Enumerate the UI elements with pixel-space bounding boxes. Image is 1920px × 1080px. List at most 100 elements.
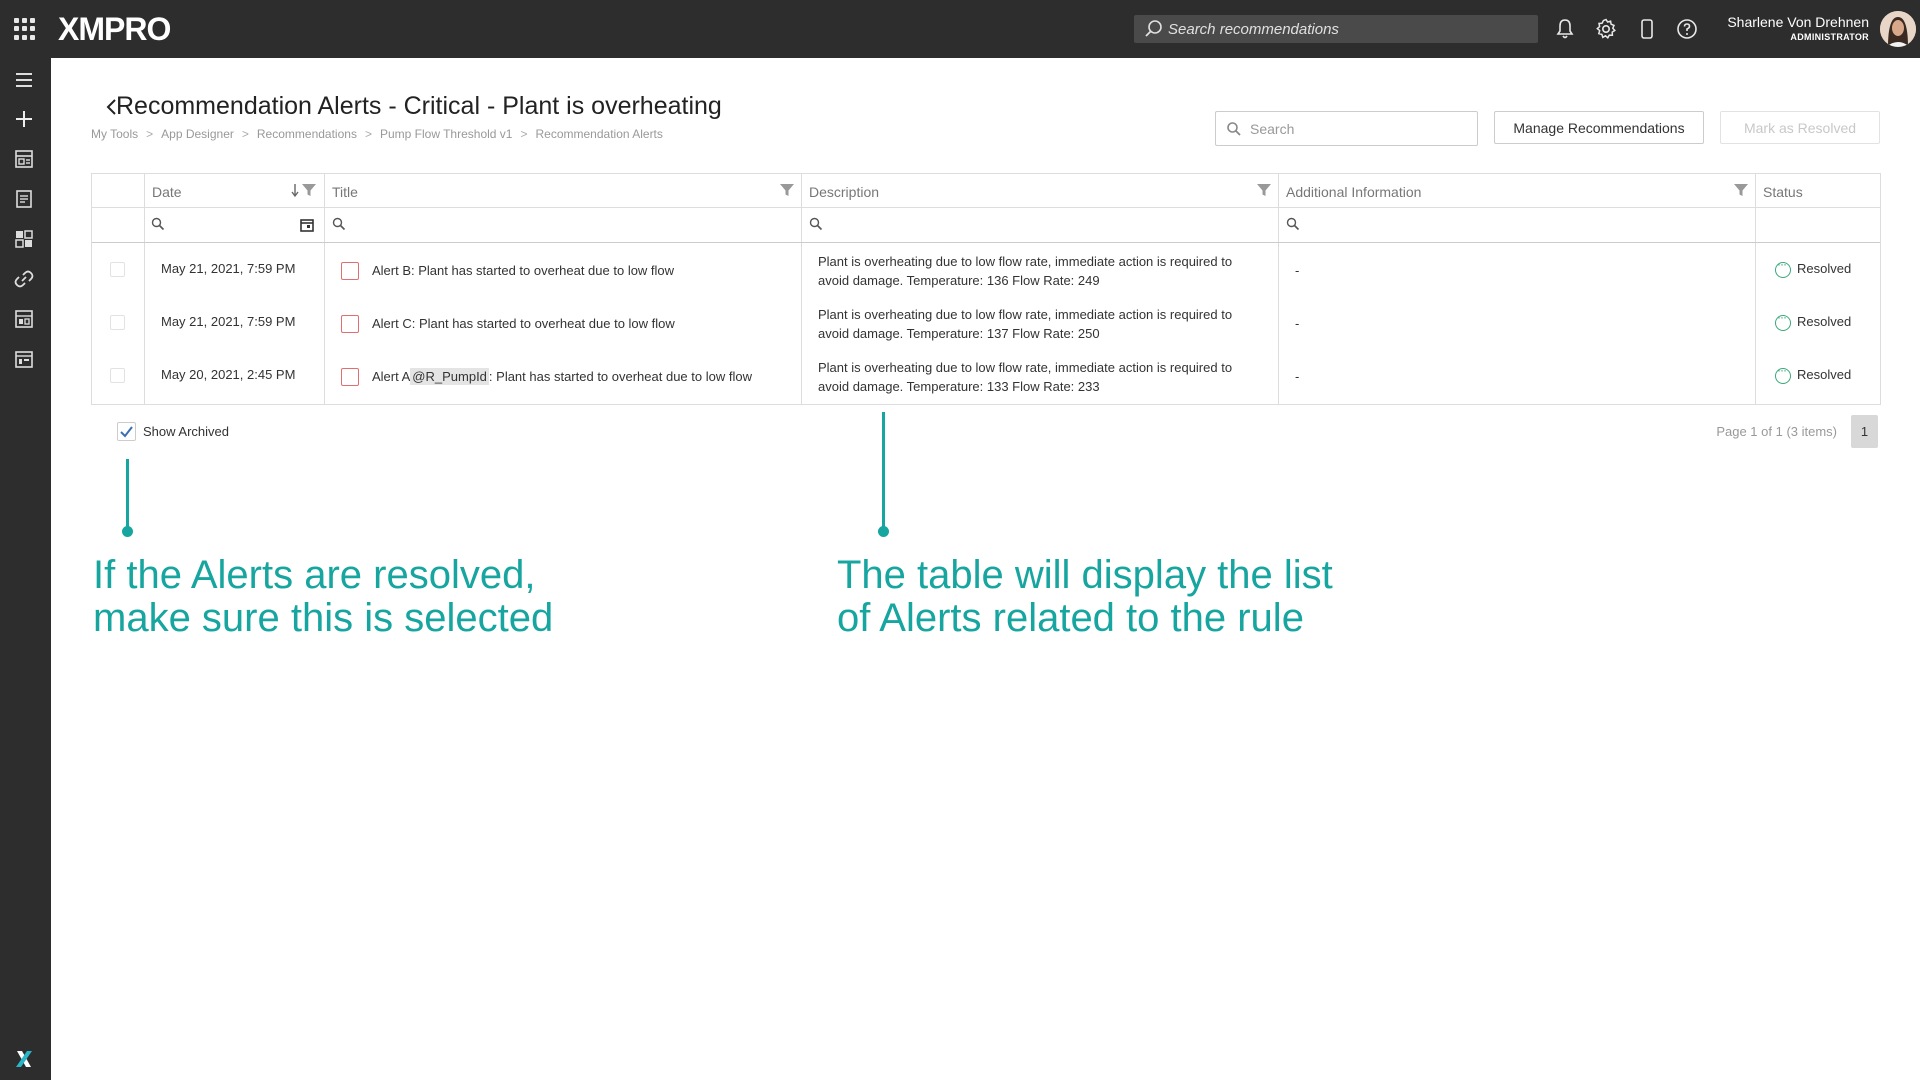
search-icon[interactable] — [151, 217, 165, 231]
alert-critical-icon — [341, 315, 359, 333]
status-resolved-icon — [1775, 310, 1791, 331]
breadcrumb-item-recommendations[interactable]: Recommendations — [257, 127, 357, 141]
breadcrumb-item-alerts: Recommendation Alerts — [535, 127, 663, 141]
checkmark-icon — [120, 426, 133, 438]
breadcrumb: My Tools > App Designer > Recommendation… — [91, 127, 663, 141]
cell-title[interactable]: Alert B: Plant has started to overheat d… — [372, 261, 674, 280]
chevron-right-icon: > — [241, 127, 249, 141]
filter-icon[interactable] — [1733, 182, 1749, 198]
show-archived-label[interactable]: Show Archived — [143, 424, 229, 439]
app-designer-icon[interactable] — [13, 148, 35, 170]
title-tag: @R_PumpId — [410, 368, 489, 385]
cell-title[interactable]: Alert C: Plant has started to overheat d… — [372, 314, 675, 333]
chevron-right-icon: > — [364, 127, 372, 141]
status-resolved-icon — [1775, 257, 1791, 278]
cell-description-line2: avoid damage. Temperature: 133 Flow Rate… — [818, 379, 1100, 394]
user-name[interactable]: Sharlene Von Drehnen — [1727, 14, 1869, 30]
top-bar: XMPRO Sharlene Von Drehnen ADMINISTRATOR — [0, 0, 1920, 58]
cell-additional: - — [1295, 316, 1300, 331]
cell-description-line1: Plant is overheating due to low flow rat… — [818, 360, 1233, 375]
apps-grid-icon[interactable] — [14, 18, 36, 40]
title-prefix: Alert A — [372, 369, 411, 384]
chevron-right-icon: > — [146, 127, 154, 141]
global-search-input[interactable] — [1168, 19, 1528, 39]
global-search[interactable] — [1134, 15, 1538, 43]
breadcrumb-item-pump-flow[interactable]: Pump Flow Threshold v1 — [380, 127, 513, 141]
bell-icon[interactable] — [1553, 17, 1577, 41]
row-checkbox[interactable] — [110, 262, 125, 277]
sort-down-icon[interactable] — [290, 182, 300, 198]
calendar-icon[interactable] — [299, 217, 315, 233]
title-suffix: : Plant has started to overheat due to l… — [488, 369, 752, 384]
column-header-additional-information[interactable]: Additional Information — [1286, 184, 1421, 200]
search-icon[interactable] — [332, 217, 346, 231]
column-header-date[interactable]: Date — [152, 184, 182, 200]
search-icon[interactable] — [809, 217, 823, 231]
search-icon[interactable] — [1286, 217, 1300, 231]
show-archived-checkbox[interactable] — [117, 422, 136, 441]
user-role: ADMINISTRATOR — [1790, 32, 1869, 42]
annotation-line-left — [126, 459, 129, 530]
cell-title[interactable]: Alert A @R_PumpId: Plant has started to o… — [372, 367, 752, 386]
calendar-icon[interactable] — [13, 348, 35, 370]
cell-description-line2: avoid damage. Temperature: 137 Flow Rate… — [818, 326, 1100, 341]
breadcrumb-item-my-tools[interactable]: My Tools — [91, 127, 138, 141]
annotation-dot-right — [878, 526, 889, 537]
grid-search[interactable] — [1215, 111, 1478, 146]
status-resolved-icon — [1775, 363, 1791, 384]
row-checkbox[interactable] — [110, 368, 125, 383]
search-icon — [1145, 20, 1162, 37]
annotation-text-right: The table will display the list of Alert… — [837, 554, 1333, 640]
avatar-image — [1880, 11, 1916, 47]
recommendations-icon[interactable] — [13, 188, 35, 210]
column-divider — [324, 174, 325, 404]
mark-as-resolved-button[interactable]: Mark as Resolved — [1720, 111, 1880, 144]
column-divider — [144, 174, 145, 404]
grid-search-input[interactable] — [1250, 120, 1470, 138]
cell-status: Resolved — [1797, 314, 1852, 329]
xmpro-x-icon[interactable] — [13, 1048, 35, 1070]
gear-icon[interactable] — [1594, 17, 1618, 41]
annotation-left-line2: make sure this is selected — [93, 596, 554, 640]
chevron-right-icon: > — [520, 127, 528, 141]
help-icon[interactable] — [1675, 17, 1699, 41]
filter-icon[interactable] — [301, 182, 317, 198]
annotation-dot-left — [122, 526, 133, 537]
alert-critical-icon — [341, 368, 359, 386]
filter-icon[interactable] — [779, 182, 795, 198]
column-divider — [1278, 174, 1279, 404]
avatar[interactable] — [1880, 11, 1916, 47]
dashboard-icon[interactable] — [13, 228, 35, 250]
cell-description-line2: avoid damage. Temperature: 136 Flow Rate… — [818, 273, 1100, 288]
page-title: Recommendation Alerts - Critical - Plant… — [116, 92, 722, 120]
sidebar — [0, 58, 51, 1080]
column-header-status[interactable]: Status — [1763, 184, 1803, 200]
column-header-description[interactable]: Description — [809, 184, 879, 200]
alert-critical-icon — [341, 262, 359, 280]
data-stream-icon[interactable] — [13, 308, 35, 330]
cell-description-line1: Plant is overheating due to low flow rat… — [818, 307, 1233, 322]
mobile-icon[interactable] — [1635, 17, 1659, 41]
column-divider — [1755, 174, 1756, 404]
manage-recommendations-button[interactable]: Manage Recommendations — [1494, 111, 1704, 144]
row-checkbox[interactable] — [110, 315, 125, 330]
annotation-right-line1: The table will display the list — [837, 553, 1333, 597]
app-logo[interactable]: XMPRO — [58, 11, 171, 48]
cell-date: May 21, 2021, 7:59 PM — [161, 314, 296, 329]
plus-icon[interactable] — [13, 108, 35, 130]
cell-additional: - — [1295, 369, 1300, 384]
annotation-line-right — [882, 412, 885, 530]
cell-additional: - — [1295, 263, 1300, 278]
page-number-button[interactable]: 1 — [1851, 415, 1878, 448]
filter-icon[interactable] — [1256, 182, 1272, 198]
menu-icon[interactable] — [13, 69, 35, 91]
column-header-title[interactable]: Title — [332, 184, 358, 200]
row-divider — [92, 242, 1880, 243]
cell-description-line1: Plant is overheating due to low flow rat… — [818, 254, 1233, 269]
annotation-left-line1: If the Alerts are resolved, — [93, 553, 536, 597]
page-info: Page 1 of 1 (3 items) — [1716, 424, 1837, 439]
link-icon[interactable] — [13, 268, 35, 290]
annotation-right-line2: of Alerts related to the rule — [837, 596, 1304, 640]
cell-status: Resolved — [1797, 261, 1852, 276]
breadcrumb-item-app-designer[interactable]: App Designer — [161, 127, 234, 141]
